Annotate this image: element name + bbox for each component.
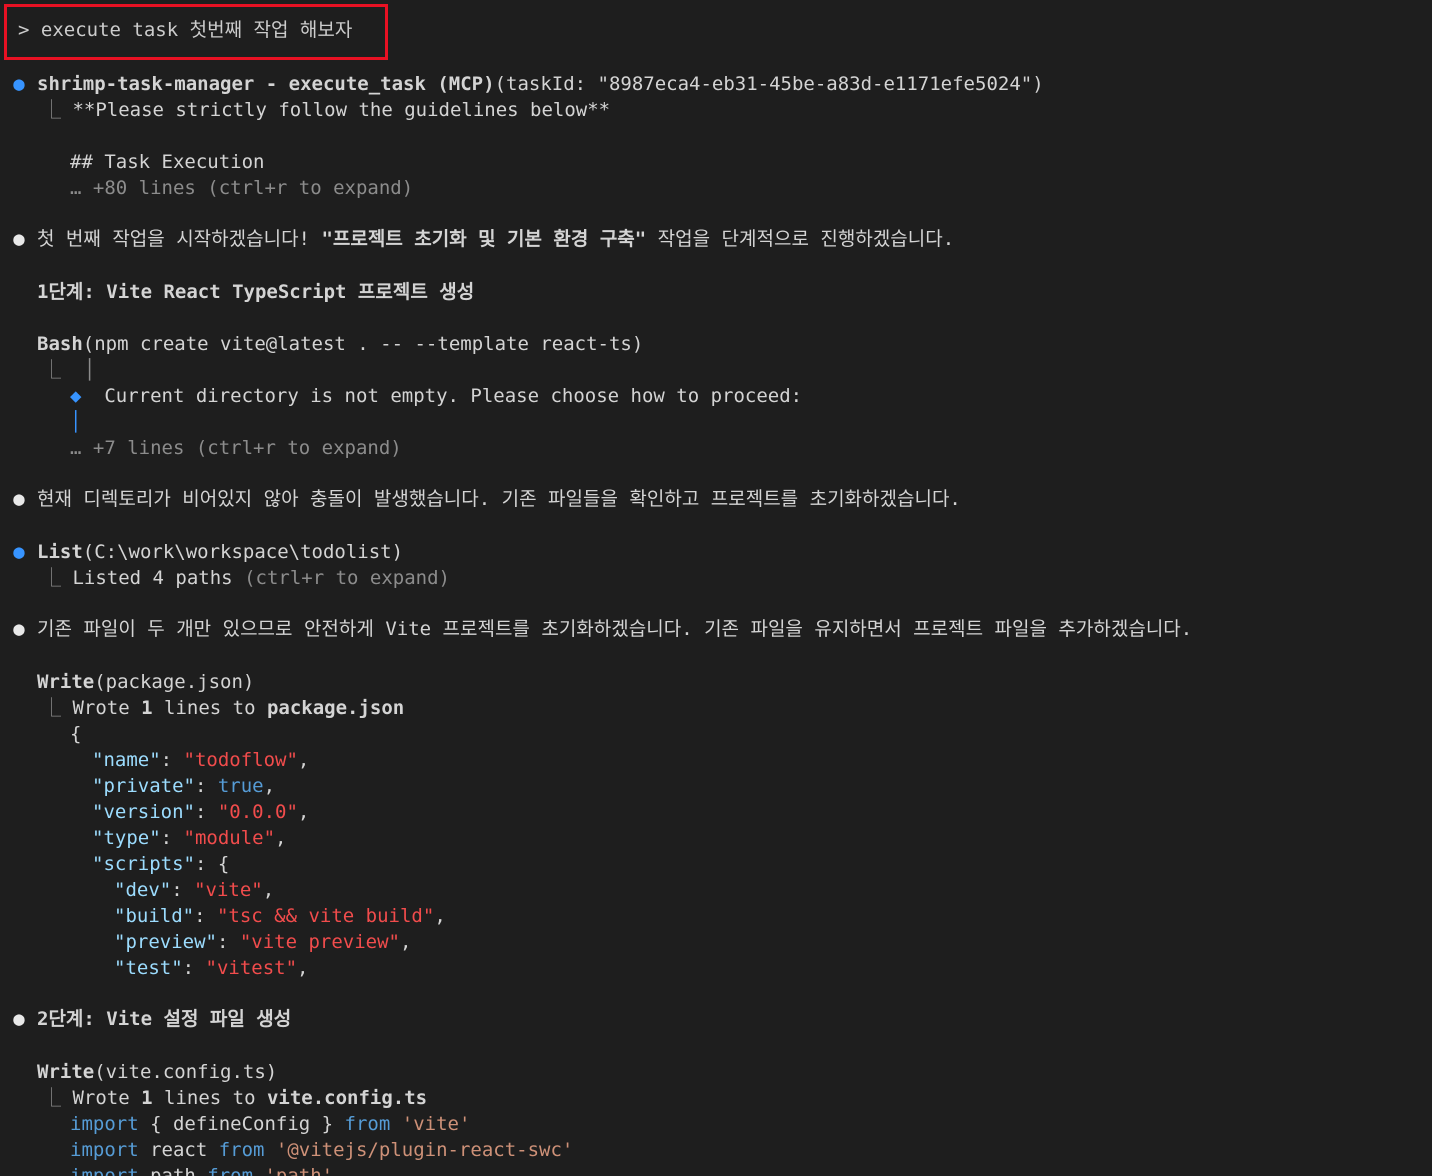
json-line-version: "version": "0.0.0", xyxy=(92,801,310,823)
prompt-command: execute task 첫번째 작업 해보자 xyxy=(40,19,353,41)
list-tool-call: List(C:\work\workspace\todolist) xyxy=(37,541,404,563)
json-line-name: "name": "todoflow", xyxy=(92,749,310,771)
message-bullet-icon: ● xyxy=(13,1008,25,1030)
mcp-expand-hint[interactable]: … +80 lines (ctrl+r to expand) xyxy=(70,175,413,201)
elbow-icon: ⎿ xyxy=(42,1087,62,1109)
elbow-icon: ⎿ xyxy=(42,359,62,381)
prompt-caret: > xyxy=(18,19,30,41)
message-bullet-icon: ● xyxy=(13,488,25,510)
elbow-icon: ⎿ xyxy=(42,567,62,589)
step1-heading: 1단계: Vite React TypeScript 프로젝트 생성 xyxy=(37,281,475,303)
list-result: ⎿ Listed 4 paths (ctrl+r to expand) xyxy=(42,567,450,589)
json-line-test: "test": "vitest", xyxy=(114,957,309,979)
bash-tool-call: Bash(npm create vite@latest . -- --templ… xyxy=(37,333,644,355)
bash-result-elbow: ⎿ │ xyxy=(42,359,96,381)
prompt-line[interactable]: > execute task 첫번째 작업 해보자 xyxy=(18,17,352,43)
json-line-private: "private": true, xyxy=(92,775,276,797)
bash-prompt-line: ◆ Current directory is not empty. Please… xyxy=(70,385,803,407)
mcp-result-line1: ⎿ **Please strictly follow the guideline… xyxy=(42,99,611,121)
bash-expand-hint[interactable]: … +7 lines (ctrl+r to expand) xyxy=(70,435,402,461)
mcp-tool-call: shrimp-task-manager - execute_task (MCP)… xyxy=(37,73,1044,95)
code-line-2: import react from '@vitejs/plugin-react-… xyxy=(70,1139,574,1161)
assistant-message-3: 기존 파일이 두 개만 있으므로 안전하게 Vite 프로젝트를 초기화하겠습니… xyxy=(37,618,1193,640)
assistant-message-1: 첫 번째 작업을 시작하겠습니다! "프로젝트 초기화 및 기본 환경 구축" … xyxy=(37,228,955,250)
tool-bullet-icon: ● xyxy=(13,73,25,95)
write-tool-call-2: Write(vite.config.ts) xyxy=(37,1061,278,1083)
code-line-1: import { defineConfig } from 'vite' xyxy=(70,1113,471,1135)
elbow-icon: ⎿ xyxy=(42,99,62,121)
json-line-scripts: "scripts": { xyxy=(92,853,230,875)
list-expand-hint[interactable]: (ctrl+r to expand) xyxy=(233,567,450,589)
diamond-icon: ◆ xyxy=(70,385,82,407)
write-result-2: ⎿ Wrote 1 lines to vite.config.ts xyxy=(42,1087,428,1109)
code-line-3: import path from 'path' xyxy=(70,1165,334,1176)
terminal-screen: > execute task 첫번째 작업 해보자 ● shrimp-task-… xyxy=(0,0,1432,1176)
message-bullet-icon: ● xyxy=(13,228,25,250)
mcp-result-line2: ## Task Execution xyxy=(70,151,265,173)
json-line-type: "type": "module", xyxy=(92,827,287,849)
message-bullet-icon: ● xyxy=(13,618,25,640)
step2-heading: 2단계: Vite 설정 파일 생성 xyxy=(37,1008,292,1030)
elbow-icon: ⎿ xyxy=(42,697,62,719)
bash-bar: │ xyxy=(70,411,82,433)
json-open: { xyxy=(70,723,82,745)
assistant-message-2: 현재 디렉토리가 비어있지 않아 충돌이 발생했습니다. 기존 파일들을 확인하… xyxy=(37,488,961,510)
json-line-dev: "dev": "vite", xyxy=(114,879,275,901)
tool-bullet-icon: ● xyxy=(13,541,25,563)
write-tool-call-1: Write(package.json) xyxy=(37,671,255,693)
json-line-preview: "preview": "vite preview", xyxy=(114,931,412,953)
write-result-1: ⎿ Wrote 1 lines to package.json xyxy=(42,697,405,719)
json-line-build: "build": "tsc && vite build", xyxy=(114,905,446,927)
